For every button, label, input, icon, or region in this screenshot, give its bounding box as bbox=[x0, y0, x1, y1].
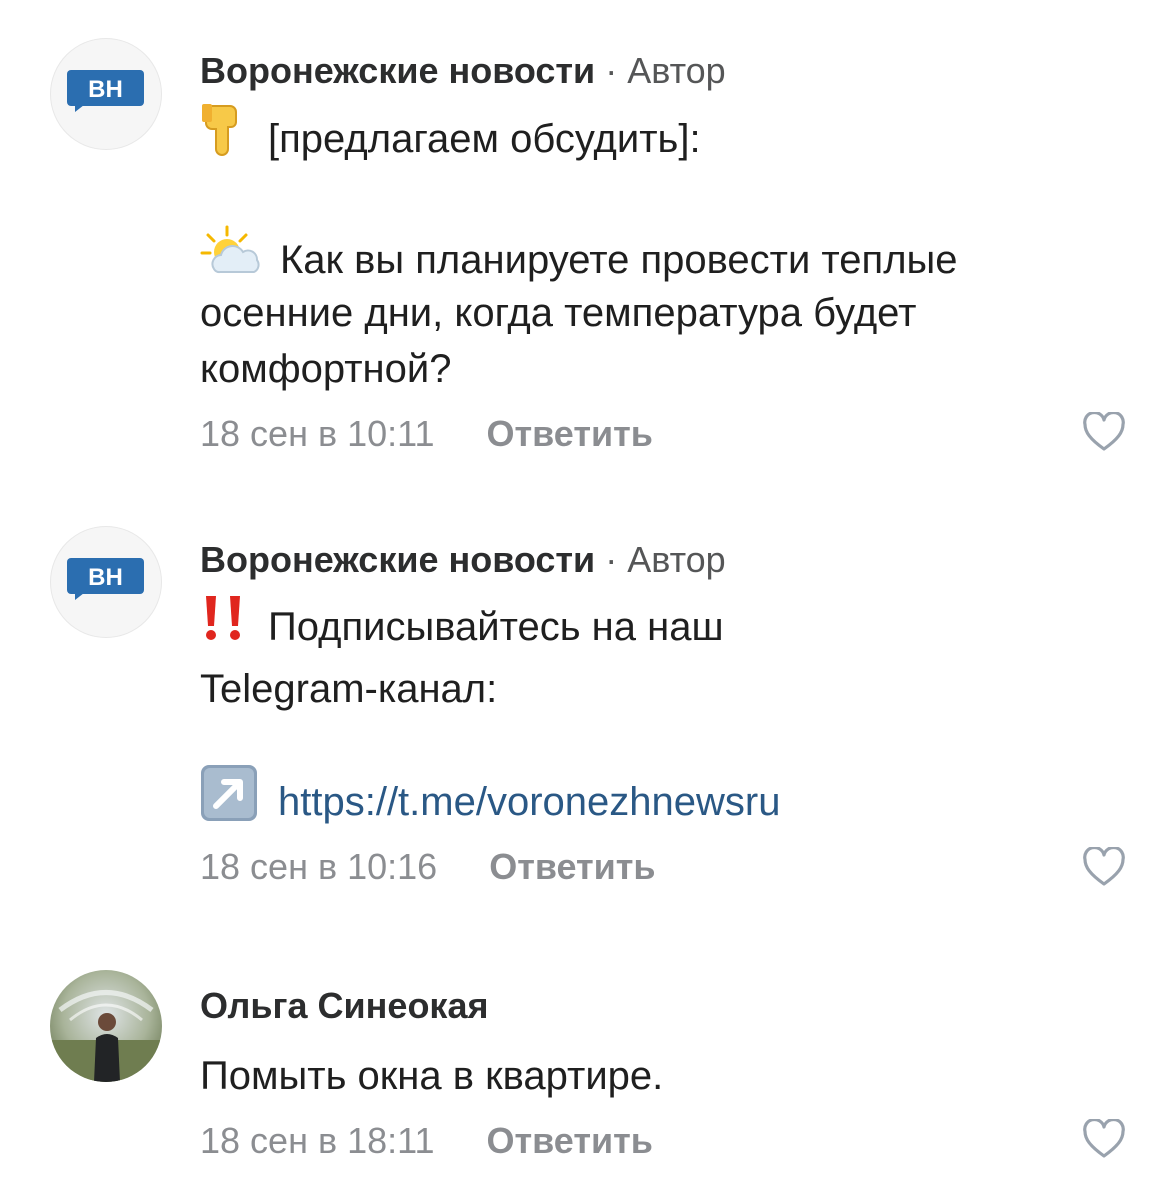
comment-text: осенние дни, когда температура будет bbox=[200, 291, 917, 335]
comment-text: комфортной? bbox=[200, 347, 452, 391]
comment-link-line: https://t.me/voronezhnewsru bbox=[200, 765, 780, 841]
author-line: Ольга Синеокая bbox=[200, 984, 488, 1028]
heart-icon[interactable] bbox=[1082, 845, 1126, 887]
comment-text: Помыть окна в квартире. bbox=[200, 1054, 664, 1098]
comment-1: ВН Воронежские новости · Автор [предлага… bbox=[0, 0, 1174, 470]
vn-logo-icon: ВН bbox=[67, 558, 144, 600]
heart-icon[interactable] bbox=[1082, 410, 1126, 452]
comment-text: Подписывайтесь на наш bbox=[268, 605, 724, 650]
double-exclamation-icon bbox=[200, 594, 250, 657]
comment-text-line-4: комфортной? bbox=[200, 341, 451, 397]
comment-text: Как вы планируете провести теплые bbox=[280, 238, 958, 283]
comment-meta: 18 сен в 10:16 Ответить bbox=[200, 845, 656, 889]
author-separator: · bbox=[605, 50, 618, 91]
comment-text: [предлагаем обсудить]: bbox=[268, 117, 701, 162]
sun-behind-cloud-icon bbox=[200, 225, 262, 292]
comment-text-line-1: [предлагаем обсудить]: bbox=[200, 104, 701, 177]
telegram-link[interactable]: https://t.me/voronezhnewsru bbox=[278, 780, 780, 824]
author-name[interactable]: Воронежские новости bbox=[200, 50, 595, 91]
comment-text-line-1: Помыть окна в квартире. bbox=[200, 1048, 663, 1104]
avatar-user-photo[interactable] bbox=[50, 970, 162, 1082]
author-role: Автор bbox=[627, 50, 726, 91]
reply-button[interactable]: Ответить bbox=[489, 846, 655, 887]
author-name[interactable]: Воронежские новости bbox=[200, 539, 595, 580]
up-right-arrow-icon bbox=[200, 764, 258, 837]
author-name[interactable]: Ольга Синеокая bbox=[200, 985, 488, 1026]
comment-date: 18 сен в 18:11 bbox=[200, 1120, 435, 1161]
reply-button[interactable]: Ответить bbox=[487, 413, 653, 454]
comment-text-line-1: Подписывайтесь на наш bbox=[200, 596, 724, 661]
comment-meta: 18 сен в 18:11 Ответить bbox=[200, 1119, 653, 1163]
comment-meta: 18 сен в 10:11 Ответить bbox=[200, 412, 653, 456]
comment-date: 18 сен в 10:11 bbox=[200, 413, 435, 454]
comment-date: 18 сен в 10:16 bbox=[200, 846, 438, 887]
author-line: Воронежские новости · Автор bbox=[200, 538, 726, 582]
author-line: Воронежские новости · Автор bbox=[200, 49, 726, 93]
finger-pointing-down-icon bbox=[200, 102, 250, 173]
comment-text-line-2: Telegram-канал: bbox=[200, 661, 497, 717]
svg-text:ВН: ВН bbox=[88, 564, 123, 591]
comment-3: Ольга Синеокая Помыть окна в квартире. 1… bbox=[0, 910, 1174, 1200]
author-role: Автор bbox=[627, 539, 726, 580]
author-separator: · bbox=[605, 539, 618, 580]
comment-text: Telegram-канал: bbox=[200, 667, 498, 711]
reply-button[interactable]: Ответить bbox=[487, 1120, 653, 1161]
heart-icon[interactable] bbox=[1082, 1117, 1126, 1159]
svg-text:ВН: ВН bbox=[88, 76, 123, 103]
vn-logo-icon: ВН bbox=[67, 70, 144, 112]
avatar-voronezh-news[interactable]: ВН bbox=[50, 526, 162, 638]
comment-text-line-3: осенние дни, когда температура будет bbox=[200, 285, 916, 341]
comment-2: ВН Воронежские новости · Автор Подписыва… bbox=[0, 470, 1174, 910]
avatar-voronezh-news[interactable]: ВН bbox=[50, 38, 162, 150]
